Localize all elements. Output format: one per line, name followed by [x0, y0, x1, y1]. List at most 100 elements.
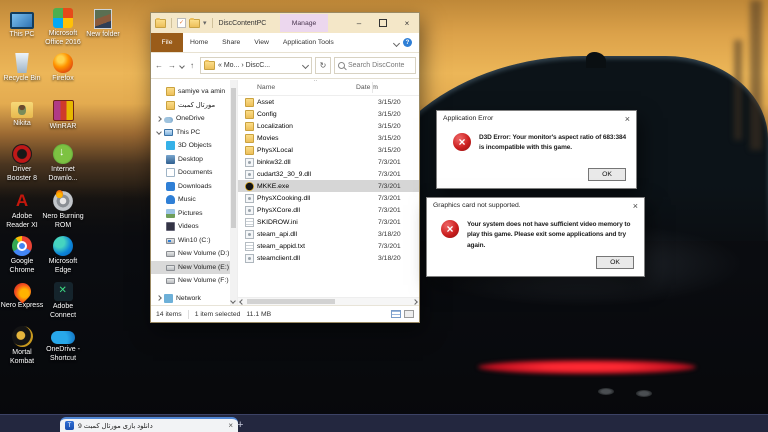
maximize-button[interactable]: [371, 13, 395, 33]
file-row[interactable]: steam_appid.txt7/3/201: [238, 240, 419, 252]
minimize-button[interactable]: –: [347, 13, 371, 33]
desktop-icon-new-folder[interactable]: New folder: [81, 7, 125, 40]
nav-item-videos[interactable]: Videos: [151, 220, 237, 234]
up-button[interactable]: ↑: [187, 61, 197, 70]
chevron-down-icon[interactable]: [156, 129, 162, 135]
ok-button[interactable]: OK: [588, 168, 626, 181]
desktop-icon-firefox[interactable]: Firefox: [41, 52, 85, 84]
desktop-icon-onedrive[interactable]: OneDrive - Shortcut: [41, 325, 85, 364]
file-row[interactable]: Localization3/15/20: [238, 120, 419, 132]
browser-tab[interactable]: T دانلود بازی مورتال کمبت 9 ×: [60, 417, 238, 432]
desktop-icon-label: New folder: [81, 31, 125, 40]
nav-item-network[interactable]: Network: [151, 292, 237, 306]
nav-item-win10-c[interactable]: Win10 (C:): [151, 234, 237, 248]
column-header-date[interactable]: Date m: [350, 84, 378, 91]
file-row[interactable]: binkw32.dll7/3/201: [238, 156, 419, 168]
background-pole: [734, 40, 742, 140]
divider: [171, 18, 172, 28]
chevron-right-icon[interactable]: [156, 295, 162, 301]
file-row-selected[interactable]: MKKE.exe7/3/201: [238, 180, 419, 192]
file-row[interactable]: PhysXCore.dll7/3/201: [238, 204, 419, 216]
desktop-icon-chrome[interactable]: Google Chrome: [0, 235, 44, 276]
thumbnails-view-icon[interactable]: [404, 310, 414, 318]
chevron-right-icon[interactable]: [156, 116, 162, 122]
scrollbar-thumb[interactable]: [231, 88, 236, 228]
tab-application-tools[interactable]: Application Tools: [276, 33, 341, 52]
nav-item-this-pc[interactable]: This PC: [151, 126, 237, 140]
details-view-icon[interactable]: [391, 310, 401, 318]
column-header-name[interactable]: Name: [238, 84, 350, 91]
file-row[interactable]: steamclient.dll3/18/20: [238, 252, 419, 264]
scroll-left-icon[interactable]: [239, 299, 245, 305]
recent-locations-icon[interactable]: [179, 63, 185, 69]
nav-item-new-volume-e[interactable]: New Volume (E:): [151, 261, 237, 275]
desktop-icon-adobe-connect[interactable]: Adobe Connect: [41, 280, 85, 321]
qat-dropdown-icon[interactable]: ▾: [203, 19, 207, 27]
nav-item-mortal-kombat-folder[interactable]: مورتال کمبت: [151, 99, 237, 113]
properties-check-icon[interactable]: ✓: [177, 18, 186, 28]
file-row[interactable]: Asset3/15/20: [238, 96, 419, 108]
desktop-icon-edge[interactable]: Microsoft Edge: [41, 235, 85, 276]
nav-item-new-volume-f[interactable]: New Volume (F:): [151, 274, 237, 288]
desktop-icon-winrar[interactable]: WinRAR: [41, 98, 85, 132]
desktop-icon-nikita[interactable]: Nikita: [0, 98, 44, 129]
nav-item-samiye-va-amin[interactable]: samiye va amin: [151, 85, 237, 99]
nav-item-new-volume-d[interactable]: New Volume (D:): [151, 247, 237, 261]
breadcrumb[interactable]: « Mo... › DiscC...: [218, 62, 270, 69]
address-dropdown-icon[interactable]: [302, 62, 309, 69]
address-box[interactable]: « Mo... › DiscC...: [200, 57, 312, 74]
explorer-main: samiye va amin مورتال کمبت OneDrive This…: [151, 80, 419, 306]
scrollbar-thumb[interactable]: [247, 299, 335, 304]
nav-scrollbar[interactable]: [230, 80, 237, 306]
nav-item-desktop[interactable]: Desktop: [151, 153, 237, 167]
file-row[interactable]: Movies3/15/20: [238, 132, 419, 144]
file-row[interactable]: steam_api.dll3/18/20: [238, 228, 419, 240]
file-row[interactable]: Config3/15/20: [238, 108, 419, 120]
nav-item-pictures[interactable]: Pictures: [151, 207, 237, 221]
close-icon[interactable]: ×: [633, 201, 638, 211]
file-row[interactable]: PhysXCooking.dll7/3/201: [238, 192, 419, 204]
desktop-icon-mortal-kombat[interactable]: Mortal Kombat: [0, 325, 44, 367]
tab-file[interactable]: File: [151, 33, 183, 52]
nav-item-music[interactable]: Music: [151, 193, 237, 207]
dll-file-icon: [245, 170, 254, 179]
file-row[interactable]: SKIDROW.ini7/3/201: [238, 216, 419, 228]
file-row[interactable]: PhysXLocal3/15/20: [238, 144, 419, 156]
tab-close-icon[interactable]: ×: [228, 421, 233, 430]
desktop-icon-adobe-reader[interactable]: A Adobe Reader XI: [0, 190, 44, 231]
folder-icon: [245, 134, 254, 143]
new-folder-icon[interactable]: [189, 19, 200, 28]
manage-contextual-tab[interactable]: Manage: [280, 14, 328, 32]
expand-ribbon-icon[interactable]: [393, 40, 400, 47]
nav-item-onedrive[interactable]: OneDrive: [151, 112, 237, 126]
desktop-icon-idm[interactable]: Internet Downlo...: [41, 143, 85, 184]
close-icon[interactable]: ×: [625, 114, 630, 124]
dll-file-icon: [245, 206, 254, 215]
refresh-button[interactable]: ↻: [315, 57, 331, 74]
new-tab-button[interactable]: +: [237, 420, 243, 431]
desktop-icon-label: Microsoft Office 2016: [41, 30, 85, 48]
scroll-right-icon[interactable]: [412, 299, 418, 305]
forward-button[interactable]: →: [167, 61, 177, 70]
close-button[interactable]: ×: [395, 13, 419, 33]
tab-share[interactable]: Share: [215, 33, 247, 52]
search-box[interactable]: Search DiscConte: [334, 57, 416, 74]
desktop-icon-nero-burning-rom[interactable]: Nero Burning ROM: [41, 190, 85, 231]
dll-file-icon: [245, 194, 254, 203]
column-divider[interactable]: [372, 82, 373, 93]
help-icon[interactable]: ?: [403, 38, 412, 47]
desktop-icon-office[interactable]: Microsoft Office 2016: [41, 7, 85, 48]
nav-item-documents[interactable]: Documents: [151, 166, 237, 180]
scroll-down-icon[interactable]: [230, 298, 236, 304]
tab-view[interactable]: View: [247, 33, 276, 52]
back-button[interactable]: ←: [154, 61, 164, 70]
desktop-icon-this-pc[interactable]: This PC: [0, 7, 44, 40]
desktop-icon-recycle-bin[interactable]: Recycle Bin: [0, 52, 44, 84]
nav-item-downloads[interactable]: Downloads: [151, 180, 237, 194]
tab-home[interactable]: Home: [183, 33, 215, 52]
nav-item-3d-objects[interactable]: 3D Objects: [151, 139, 237, 153]
desktop-icon-nero-express[interactable]: Nero Express: [0, 280, 44, 311]
ok-button[interactable]: OK: [596, 256, 634, 269]
file-row[interactable]: cudart32_30_9.dll7/3/201: [238, 168, 419, 180]
desktop-icon-driver-booster[interactable]: Driver Booster 8: [0, 143, 44, 184]
